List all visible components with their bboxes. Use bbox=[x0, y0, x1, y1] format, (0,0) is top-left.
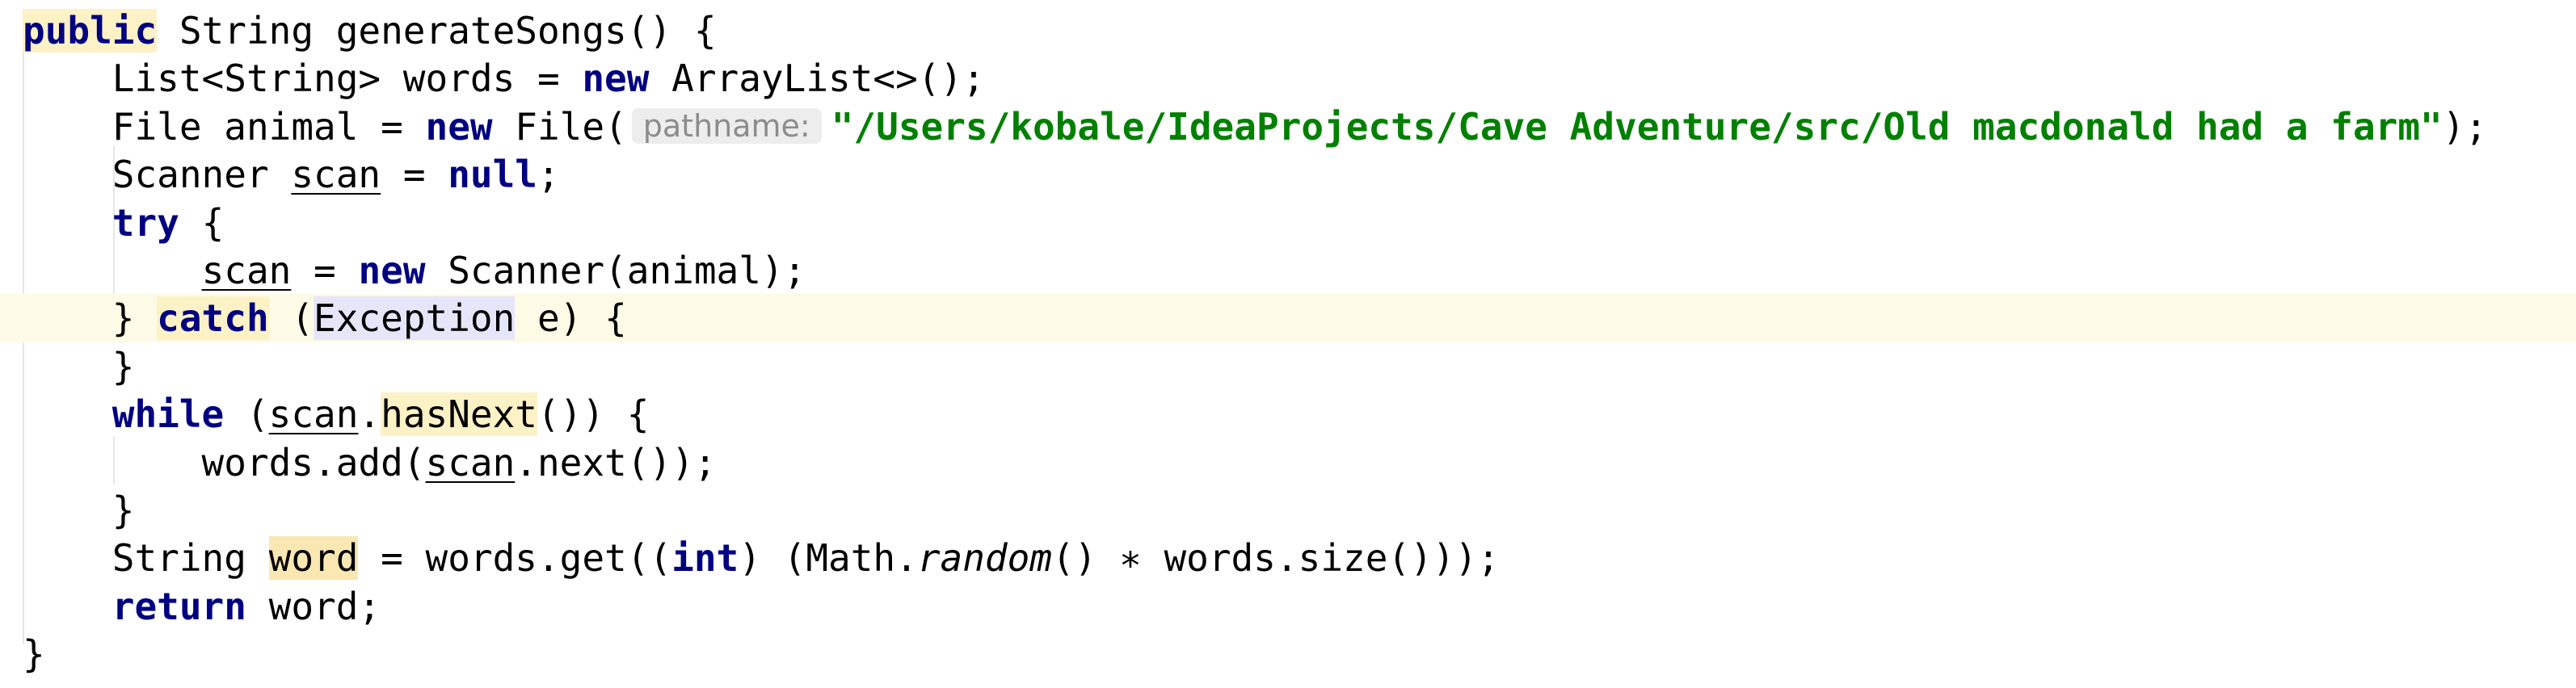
keyword: int bbox=[671, 536, 739, 581]
code-line-content: String word = words.get((int) (Math.rand… bbox=[23, 534, 1500, 582]
code-text: ()) { bbox=[537, 392, 650, 437]
method-call-highlighted: hasNext bbox=[381, 392, 538, 437]
code-text: Scanner bbox=[23, 153, 292, 197]
keyword: return bbox=[112, 584, 246, 628]
code-text: .next()); bbox=[515, 440, 717, 485]
code-line-content: } bbox=[23, 630, 45, 678]
code-line-while-open[interactable]: while (scan.hasNext()) { bbox=[0, 390, 2576, 438]
keyword: new bbox=[425, 104, 493, 149]
code-line-content: return word; bbox=[23, 582, 381, 631]
code-line-method-close[interactable]: } bbox=[0, 630, 2576, 678]
code-text: ; bbox=[537, 153, 560, 197]
code-text: word; bbox=[246, 584, 381, 628]
code-text: } bbox=[23, 296, 158, 341]
keyword: new bbox=[358, 249, 426, 292]
reassigned-variable: scan bbox=[201, 249, 292, 292]
keyword: new bbox=[582, 57, 650, 101]
code-text: . bbox=[358, 392, 381, 437]
reassigned-variable: scan bbox=[291, 153, 381, 197]
code-line-content: scan = new Scanner(animal); bbox=[23, 246, 806, 295]
code-text: e) { bbox=[515, 296, 627, 341]
code-line-content: words.add(scan.next()); bbox=[23, 438, 717, 487]
variable-highlighted: word bbox=[268, 536, 359, 581]
code-line-content: try { bbox=[23, 199, 224, 247]
string-literal: "/Users/ bbox=[831, 104, 1011, 149]
code-editor[interactable]: public String generateSongs() { List<Str… bbox=[0, 0, 2576, 688]
code-line-content: public String generateSongs() { bbox=[23, 6, 717, 55]
code-text: ArrayList<>(); bbox=[649, 57, 985, 101]
code-line-return-statement[interactable]: return word; bbox=[0, 582, 2576, 631]
code-line-content: } bbox=[23, 486, 135, 535]
code-line-word-declaration[interactable]: String word = words.get((int) (Math.rand… bbox=[0, 534, 2576, 582]
code-line-scanner-assignment[interactable]: scan = new Scanner(animal); bbox=[0, 246, 2576, 295]
code-line-catch-close[interactable]: } bbox=[0, 342, 2576, 391]
code-text: } bbox=[23, 344, 135, 388]
code-line-catch-open[interactable]: } catch (Exception e) { bbox=[0, 294, 2576, 343]
spelling-typo-word: kobale bbox=[1010, 104, 1145, 149]
code-text: () ∗ words.size())); bbox=[1051, 536, 1500, 581]
code-line-try-open[interactable]: try { bbox=[0, 199, 2576, 247]
static-method-call: random bbox=[917, 536, 1052, 581]
code-text: = bbox=[381, 153, 448, 197]
code-text: Scanner(animal); bbox=[425, 249, 806, 292]
keyword: while bbox=[112, 392, 225, 437]
code-line-content: List<String> words = new ArrayList<>(); bbox=[23, 54, 985, 103]
code-text: } bbox=[23, 489, 135, 532]
code-line-content: Scanner scan = null; bbox=[23, 150, 560, 199]
code-text: words.add( bbox=[23, 440, 426, 485]
code-text: = bbox=[291, 249, 359, 292]
code-text: ); bbox=[2442, 104, 2488, 149]
keyword-highlighted: public bbox=[23, 9, 158, 52]
code-text: { bbox=[179, 200, 225, 245]
code-text: List<String> words = bbox=[23, 57, 583, 101]
code-text: = words.get(( bbox=[358, 536, 672, 581]
code-line-content: while (scan.hasNext()) { bbox=[23, 390, 650, 438]
reassigned-variable: scan bbox=[425, 440, 516, 485]
code-line-content: File animal = new File(pathname: "/Users/… bbox=[23, 103, 2487, 151]
code-text: ( bbox=[224, 392, 269, 437]
code-line-scanner-declaration[interactable]: Scanner scan = null; bbox=[0, 150, 2576, 199]
code-line-while-close[interactable]: } bbox=[0, 486, 2576, 535]
code-text: File( bbox=[492, 104, 627, 149]
code-text: ( bbox=[268, 296, 314, 341]
reassigned-variable: scan bbox=[268, 392, 359, 437]
code-text: String bbox=[23, 536, 269, 581]
code-line-content: } bbox=[23, 342, 135, 391]
code-line-words-declaration[interactable]: List<String> words = new ArrayList<>(); bbox=[0, 54, 2576, 103]
string-literal: /IdeaProjects/Cave Adventure/src/Old mac… bbox=[1144, 104, 2443, 149]
code-line-animal-declaration[interactable]: File animal = new File(pathname: "/Users/… bbox=[0, 103, 2576, 151]
code-text: ) (Math. bbox=[739, 536, 918, 581]
keyword-highlighted: catch bbox=[157, 296, 269, 341]
keyword: try bbox=[112, 200, 179, 245]
code-line-content: } catch (Exception e) { bbox=[23, 294, 627, 342]
exception-type: Exception bbox=[314, 296, 516, 341]
code-line-method-signature[interactable]: public String generateSongs() { bbox=[0, 6, 2576, 55]
parameter-hint: pathname: bbox=[631, 107, 822, 144]
code-text: String generateSongs() { bbox=[157, 9, 717, 52]
code-text: File animal = bbox=[23, 104, 426, 149]
keyword: null bbox=[448, 153, 537, 197]
code-text: } bbox=[23, 632, 45, 677]
code-line-words-add[interactable]: words.add(scan.next()); bbox=[0, 438, 2576, 487]
